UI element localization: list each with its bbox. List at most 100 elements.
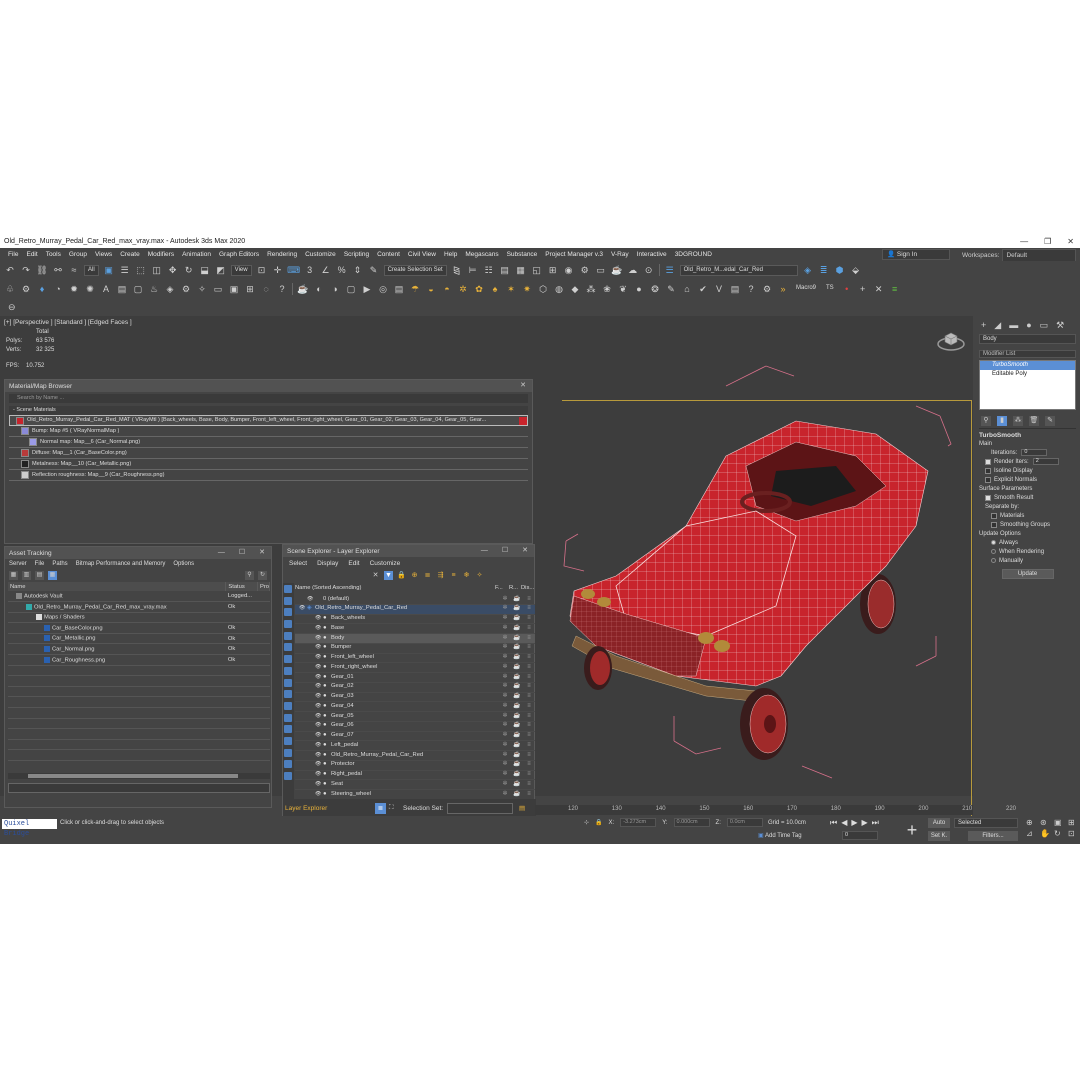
filter-spacewarps-icon[interactable] [284,643,292,652]
add-time-tag-button[interactable]: ▣ Add Time Tag [758,832,802,839]
filter-helpers-icon[interactable] [284,631,292,640]
scale-icon[interactable]: ⬓ [199,264,211,276]
help-icon[interactable]: ? [276,283,288,295]
tag-icon[interactable]: ⌂ [681,283,693,295]
freeze-icon[interactable]: ✲ [499,643,511,653]
menu-item-graph-editors[interactable]: Graph Editors [215,251,263,258]
rotate-icon[interactable]: ↻ [183,264,195,276]
material-search-input[interactable]: Search by Name ... [9,394,528,403]
menu-item-group[interactable]: Group [65,251,91,258]
ribbon-icon[interactable]: ▦ [515,264,527,276]
filter-all-icon[interactable] [284,725,292,734]
stack-item-editable-poly[interactable]: Editable Poly [980,370,1075,379]
column-header[interactable]: Status [225,582,258,591]
render-icon[interactable]: ☕ [511,614,523,624]
zoom-all-icon[interactable]: ⊛ [1040,818,1052,827]
globe-icon[interactable]: ◍ [553,283,565,295]
render-icon[interactable]: ☕ [511,790,523,800]
vray-settings-icon[interactable]: ⚙ [761,283,773,295]
layers-toggle-icon[interactable]: ≣ [375,803,386,814]
render-icon[interactable]: ☕ [511,682,523,692]
menu-item-tools[interactable]: Tools [42,251,65,258]
link-icon[interactable]: ⛓ [36,264,48,276]
freeze-icon[interactable]: ✲ [499,604,511,614]
layer-dropdown[interactable]: Old_Retro_M...edal_Car_Red [679,264,798,276]
table-row[interactable]: Car_BaseColor.png Ok [8,622,270,634]
visibility-eye-icon[interactable]: 👁 [315,702,323,712]
refresh-icon[interactable]: ↻ [258,571,267,580]
display-icon[interactable]: ≡ [523,595,535,605]
horizontal-scrollbar[interactable] [8,773,270,779]
object-name-field[interactable]: Body [979,334,1076,344]
minimize-icon[interactable]: — [481,545,488,557]
visibility-eye-icon[interactable]: 👁 [315,634,323,644]
make-unique-icon[interactable]: ⁂ [1013,416,1023,426]
freeze-icon[interactable]: ✲ [499,663,511,673]
menu-item-project-manager-v-3[interactable]: Project Manager v.3 [541,251,607,258]
render-icon[interactable]: ☕ [611,264,623,276]
visibility-eye-icon[interactable]: 👁 [315,614,323,624]
asset-menu-item[interactable]: Server [9,561,27,567]
vray-proxy-icon[interactable]: ▣ [228,283,240,295]
filter-sort-icon[interactable] [284,772,292,780]
render-iters-checkbox[interactable] [985,458,991,465]
close-icon[interactable]: ✕ [520,380,526,392]
layer-add-icon[interactable]: ◈ [802,264,814,276]
visibility-eye-icon[interactable]: 👁 [315,741,323,751]
render-icon[interactable]: ☕ [511,780,523,790]
vray-font-icon[interactable]: A [100,283,112,295]
material-editor-icon[interactable]: ◉ [563,264,575,276]
menu-item-animation[interactable]: Animation [178,251,215,258]
layer-explorer-label[interactable]: Layer Explorer [285,805,327,812]
layer-move-icon[interactable]: ⇶ [436,571,445,580]
viewport-label[interactable]: [+] [Perspective ] [Standard ] [Edged Fa… [4,319,132,326]
freeze-icon[interactable]: ✲ [499,721,511,731]
visibility-eye-icon[interactable]: 👁 [315,780,323,790]
current-frame-field[interactable]: 0 [842,831,878,840]
menu-item-rendering[interactable]: Rendering [263,251,301,258]
menu-item-3dground[interactable]: 3DGROUND [671,251,716,258]
freeze-icon[interactable]: ✲ [499,595,511,605]
layer-manager-icon[interactable]: ☷ [483,264,495,276]
reference-coord-dropdown[interactable]: View [230,264,252,276]
layer-stack-icon[interactable]: ≣ [818,264,830,276]
asset-menu-item[interactable]: Paths [52,561,67,567]
server-icon[interactable]: ▦ [9,571,18,580]
clear-filter-icon[interactable]: ✕ [371,571,380,580]
scene-menu-item[interactable]: Edit [348,560,359,567]
select-manipulate-icon[interactable]: ✛ [272,264,284,276]
edit-named-sel-icon[interactable]: ✎ [368,264,380,276]
filter-groups-icon[interactable] [284,655,292,664]
filter-frozen-icon[interactable] [284,701,292,710]
vray-fur-icon[interactable]: ✧ [196,283,208,295]
layer-highlight-icon[interactable]: ✧ [475,571,484,580]
a360-icon[interactable]: ⊙ [643,264,655,276]
display-icon[interactable]: ≡ [523,780,535,790]
display-icon[interactable]: ≡ [523,634,535,644]
menu-item-views[interactable]: Views [91,251,116,258]
vray-teapot-icon[interactable]: ♨ [148,283,160,295]
layer-hide-icon[interactable]: ≡ [449,571,458,580]
burst-icon[interactable]: ✷ [521,283,533,295]
freeze-icon[interactable]: ✲ [499,731,511,741]
display-icon[interactable]: ≡ [523,731,535,741]
align-icon[interactable]: ⊨ [467,264,479,276]
render-icon[interactable]: ☕ [511,702,523,712]
display-icon[interactable]: ≡ [523,790,535,800]
tree-icon[interactable]: ♧ [4,283,16,295]
curve-editor-icon[interactable]: ◱ [531,264,543,276]
asset-menu-item[interactable]: Bitmap Performance and Memory [76,561,166,567]
x-coordinate-field[interactable]: -3.273cm [620,818,657,827]
visibility-eye-icon[interactable]: 👁 [315,770,323,780]
vray-gear-icon[interactable]: ⚙ [180,283,192,295]
display-icon[interactable]: ≡ [523,653,535,663]
display-icon[interactable]: ≡ [523,673,535,683]
filter-geometry-icon[interactable] [284,585,292,593]
umbrella-icon[interactable]: ☂ [409,283,421,295]
map-row[interactable]: Diffuse: Map__1 (Car_BaseColor.png) [9,448,528,459]
display-icon[interactable]: ≡ [523,702,535,712]
auto-key-button[interactable]: Auto [928,818,950,828]
freeze-icon[interactable]: ✲ [499,712,511,722]
render-icon[interactable]: ☕ [511,721,523,731]
quixel-bridge-button[interactable]: Quixel Bridge [2,819,57,838]
